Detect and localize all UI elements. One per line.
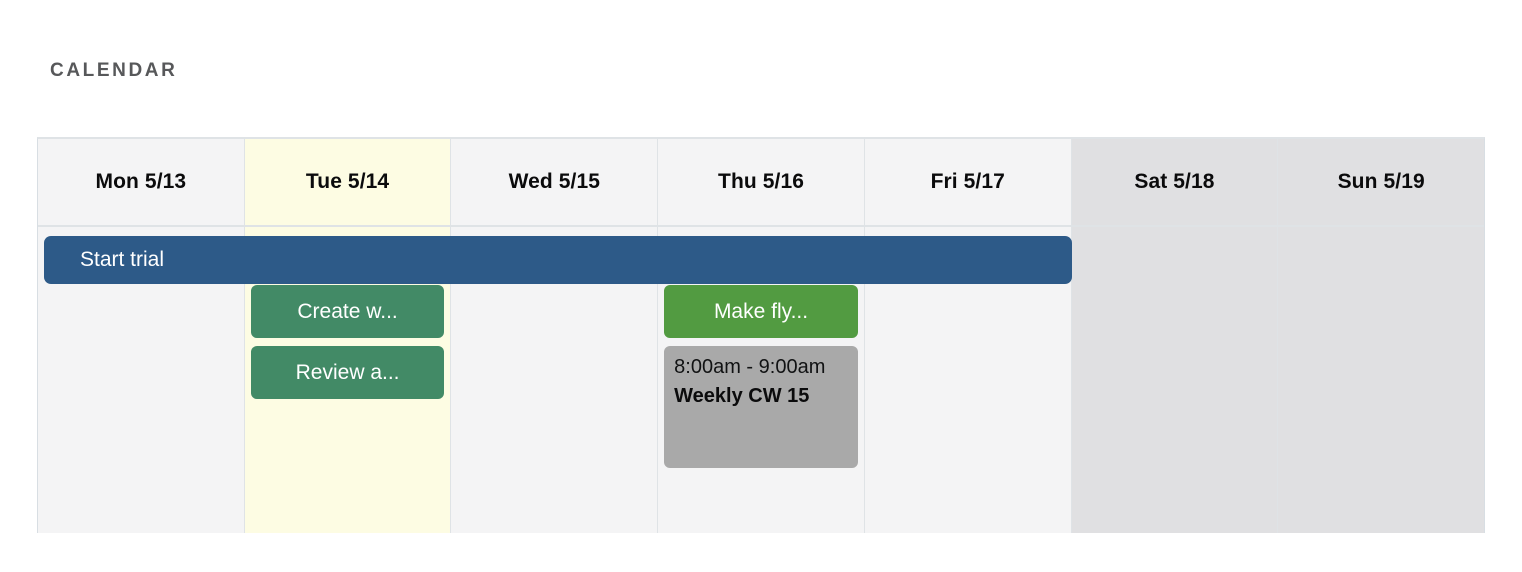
day-header-thu[interactable]: Thu 5/16: [658, 139, 865, 225]
event-title: Weekly CW 15: [674, 384, 810, 407]
day-header-label: Tue 5/14: [305, 170, 390, 193]
event-time-range: 8:00am - 9:00am: [674, 356, 826, 378]
day-header-tue[interactable]: Tue 5/14: [244, 139, 452, 225]
event-title: Start trial: [80, 248, 165, 271]
event-chip[interactable]: Make fly...: [664, 285, 858, 338]
day-header-label: Fri 5/17: [930, 170, 1005, 193]
day-header-sun[interactable]: Sun 5/19: [1278, 139, 1485, 225]
event-title: Review a...: [295, 360, 400, 384]
day-cell-sun[interactable]: [1278, 227, 1485, 533]
calendar-page: CALENDAR Mon 5/13 Tue 5/14 Wed 5/15 Thu …: [0, 0, 1522, 572]
day-header-label: Wed 5/15: [508, 170, 601, 193]
day-header-fri[interactable]: Fri 5/17: [864, 139, 1072, 225]
page-title: CALENDAR: [50, 60, 178, 81]
calendar-header-row: Mon 5/13 Tue 5/14 Wed 5/15 Thu 5/16 Fri …: [38, 139, 1485, 227]
calendar-grid: Mon 5/13 Tue 5/14 Wed 5/15 Thu 5/16 Fri …: [37, 137, 1485, 533]
event-chip[interactable]: Create w...: [250, 285, 445, 338]
day-header-label: Sun 5/19: [1337, 170, 1425, 193]
day-header-sat[interactable]: Sat 5/18: [1071, 139, 1279, 225]
day-header-mon[interactable]: Mon 5/13: [38, 139, 245, 225]
day-header-label: Mon 5/13: [95, 170, 187, 193]
event-title: Make fly...: [713, 299, 809, 323]
day-header-label: Sat 5/18: [1134, 170, 1215, 193]
event-title: Create w...: [297, 299, 398, 323]
event-chip-detailed[interactable]: 8:00am - 9:00am Weekly CW 15: [664, 346, 858, 468]
day-cell-sat[interactable]: [1071, 227, 1279, 533]
day-header-wed[interactable]: Wed 5/15: [451, 139, 659, 225]
allday-event-bar[interactable]: Start trial: [44, 236, 1072, 284]
event-chip[interactable]: Review a...: [250, 346, 445, 399]
day-header-label: Thu 5/16: [718, 170, 805, 193]
